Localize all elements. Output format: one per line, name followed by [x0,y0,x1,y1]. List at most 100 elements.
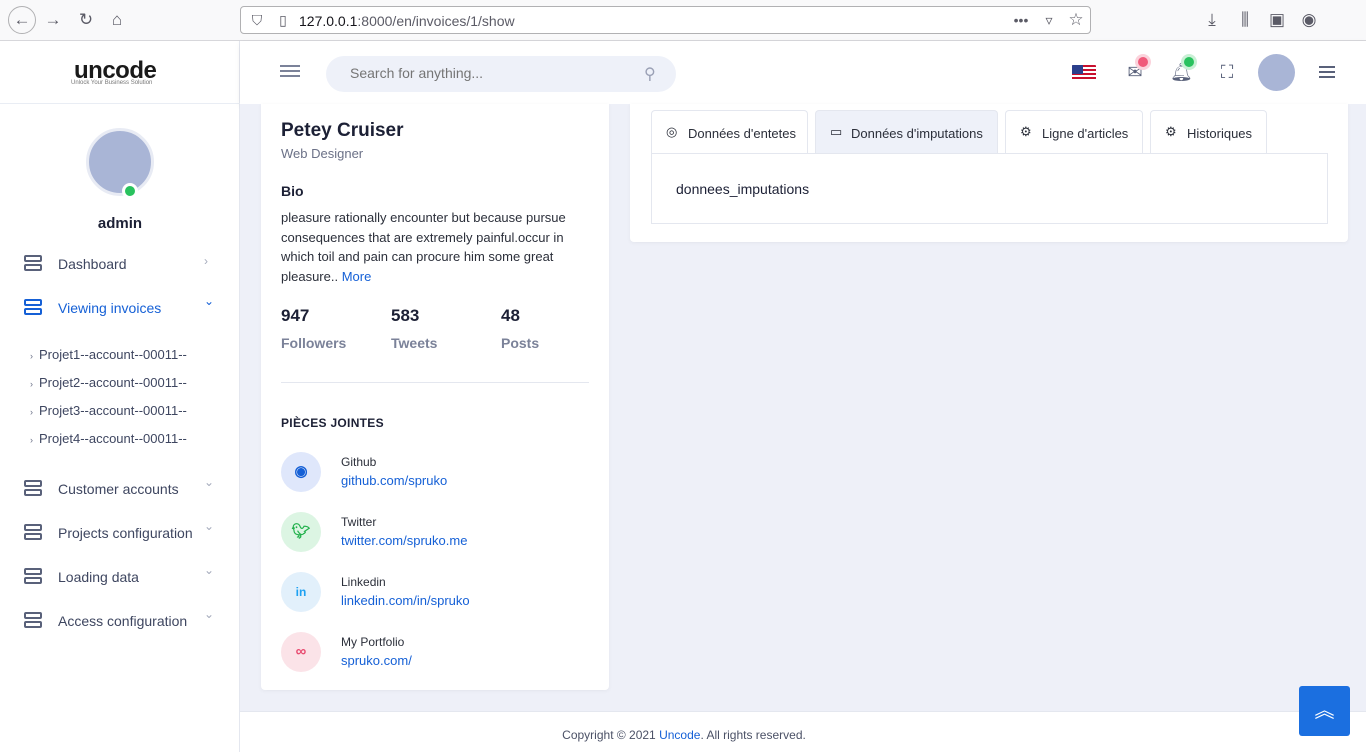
home-icon[interactable]: ⌂ [105,8,129,32]
tab-content: donnees_imputations [651,153,1328,224]
tab-content-text: donnees_imputations [676,181,810,197]
link-item-portfolio: ∞ My Portfolio spruko.com/ [281,632,581,676]
link-title: Linkedin [341,575,386,589]
chevron-right-icon: › [204,254,208,268]
menu-toggle-icon[interactable] [280,65,300,79]
stat-label: Posts [501,335,540,351]
link-url[interactable]: twitter.com/spruko.me [341,533,467,548]
tab-ligne-articles[interactable]: ⚙ Ligne d'articles [1005,110,1143,154]
stat-label: Tweets [391,335,438,351]
chevron-down-icon: ⌄ [204,519,215,533]
link-item-linkedin: in Linkedin linkedin.com/in/spruko [281,572,581,616]
link-icon: ∞ [281,632,321,672]
library-icon[interactable]: ⫼ [1233,8,1257,32]
avatar[interactable] [1258,54,1295,91]
sidebar-item-projects-configuration[interactable]: Projects configuration ⌄ [0,518,240,548]
server-icon [24,255,42,273]
avatar[interactable] [86,128,154,196]
browser-toolbar: ← → ↻ ⌂ ⛉ ▯ 127.0.0.1:8000/en/invoices/1… [0,0,1366,41]
shield-icon[interactable]: ⛉ [247,10,267,30]
chevron-down-icon: ⌄ [204,294,215,308]
stat-followers: 947 Followers [281,306,346,351]
sidebar-subitem-projet1[interactable]: › Projet1--account--00011-- [30,347,187,362]
bell-notification-dot [1184,57,1194,67]
sidebar-item-loading-data[interactable]: Loading data ⌄ [0,562,240,592]
chevron-down-icon: ⌄ [204,607,215,621]
sidebar-item-label: Loading data [58,569,139,585]
pocket-icon[interactable]: ▿ [1039,10,1059,30]
download-icon[interactable]: ⤓ [1200,8,1224,32]
sidebar-subitem-projet2[interactable]: › Projet2--account--00011-- [30,375,187,390]
link-title: My Portfolio [341,635,405,649]
linkedin-icon: in [281,572,321,612]
sidebar-item-label: Viewing invoices [58,300,162,316]
profile-card: Petey Cruiser Web Designer Bio pleasure … [261,104,609,690]
sidebar-subitem-label: Projet4--account--00011-- [39,431,187,446]
tab-label: Historiques [1187,126,1253,141]
brand-link[interactable]: Uncode [659,728,700,742]
copyright-prefix: Copyright © 2021 [562,728,660,742]
link-item-github: ◉ Github github.com/spruko [281,452,581,496]
chevron-down-icon: ⌄ [204,475,215,489]
mail-notification-dot [1138,57,1148,67]
fullscreen-icon[interactable]: ⛶ [1216,61,1238,83]
sidebar-subitem-label: Projet2--account--00011-- [39,375,187,390]
link-item-twitter: 🐦︎ Twitter twitter.com/spruko.me [281,512,581,556]
sidebar-item-access-configuration[interactable]: Access configuration ⌄ [0,606,240,636]
chevron-right-icon: › [30,351,33,361]
server-icon [24,612,42,630]
sidebar-item-viewing-invoices[interactable]: Viewing invoices ⌄ [0,293,240,323]
more-icon[interactable]: ••• [1011,10,1031,30]
sidebar-subitem-projet4[interactable]: › Projet4--account--00011-- [30,431,187,446]
reload-icon[interactable]: ↻ [74,8,98,32]
logo[interactable]: uncode Unlock Your Business Solution [0,41,240,104]
url-bar[interactable]: ⛉ ▯ 127.0.0.1:8000/en/invoices/1/show ••… [240,6,1091,34]
bio-body: pleasure rationally encounter but becaus… [281,210,566,284]
stat-tweets: 583 Tweets [391,306,437,351]
sidebar-item-label: Projects configuration [58,525,193,541]
gear-icon: ⚙ [1020,124,1032,139]
server-icon [24,480,42,498]
stat-posts: 48 Posts [501,306,539,351]
tab-historiques[interactable]: ⚙ Historiques [1150,110,1267,154]
stat-value: 583 [391,306,420,325]
forward-icon[interactable]: → [41,8,65,32]
url-host: 127.0.0.1 [299,13,358,29]
back-icon[interactable]: ← [8,6,36,34]
url-text: 127.0.0.1:8000/en/invoices/1/show [299,13,515,29]
tab-donnees-imputations[interactable]: ▭ Données d'imputations [815,110,998,154]
star-icon[interactable]: ☆ [1066,10,1086,30]
tab-panel: ◎ Données d'entetes ▭ Données d'imputati… [630,104,1348,242]
sidebar-icon[interactable]: ▣ [1265,8,1289,32]
page-icon[interactable]: ▯ [273,10,293,30]
stat-value: 947 [281,306,310,325]
chevron-right-icon: › [30,379,33,389]
bio-heading: Bio [281,183,304,199]
attachments-heading: PIÈCES JOINTES [281,416,384,430]
sidebar-subitem-label: Projet3--account--00011-- [39,403,187,418]
sidebar-item-dashboard[interactable]: Dashboard › [0,249,240,279]
github-icon: ◉ [281,452,321,492]
copyright-suffix: . All rights reserved. [700,728,806,742]
server-icon [24,299,42,317]
link-url[interactable]: spruko.com/ [341,653,412,668]
menu-icon[interactable] [1319,66,1335,78]
gear-icon: ⚙ [1165,124,1177,139]
tab-label: Ligne d'articles [1042,126,1129,141]
chevron-down-icon: ⌄ [204,563,215,577]
link-url[interactable]: github.com/spruko [341,473,447,488]
account-icon[interactable]: ◉ [1297,8,1321,32]
bio-more-link[interactable]: More [342,269,372,284]
search-box: ⚲ [326,56,676,92]
search-input[interactable] [350,65,630,81]
top-header: ⚲ ✉ 🔔︎ ⛶ [240,41,1366,104]
link-url[interactable]: linkedin.com/in/spruko [341,593,470,608]
link-title: Twitter [341,515,377,529]
tab-donnees-entetes[interactable]: ◎ Données d'entetes [651,110,808,154]
us-flag-icon[interactable] [1072,65,1096,81]
back-to-top-button[interactable]: ︽ [1299,686,1350,736]
search-icon[interactable]: ⚲ [644,64,656,84]
sidebar-item-customer-accounts[interactable]: Customer accounts ⌄ [0,474,240,504]
sidebar-subitem-projet3[interactable]: › Projet3--account--00011-- [30,403,187,418]
sidebar-item-label: Access configuration [58,613,188,629]
